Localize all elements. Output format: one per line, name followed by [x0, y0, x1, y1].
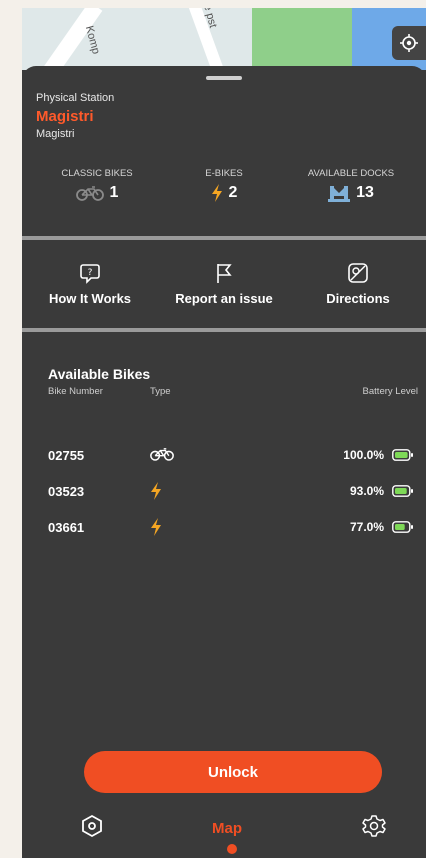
bottom-tab-bar: Map	[22, 806, 426, 858]
station-type: Physical Station	[36, 92, 115, 104]
locate-button[interactable]	[392, 26, 426, 60]
lightning-icon	[151, 518, 161, 536]
stat-label: E-BIKES	[205, 168, 243, 179]
flag-icon	[217, 264, 232, 283]
station-sheet: Physical Station Magistri Magistri CLASS…	[22, 66, 426, 858]
dock-icon	[328, 186, 351, 202]
column-header-battery: Battery Level	[362, 386, 418, 397]
lightning-icon	[211, 184, 222, 202]
bike-number: 03523	[48, 484, 85, 499]
station-actions: ? How It Works Report an issue Direction…	[22, 256, 426, 326]
battery-icon	[392, 448, 414, 466]
map-directions-icon	[348, 263, 368, 283]
battery-percentage: 77.0%	[349, 520, 384, 534]
map-street-label: Komp	[82, 24, 102, 56]
sheet-drag-handle[interactable]	[206, 76, 242, 80]
directions-button[interactable]: Directions	[298, 262, 418, 306]
map-park	[252, 8, 352, 70]
bicycle-icon	[75, 186, 104, 201]
directions-label: Directions	[326, 291, 390, 306]
crosshair-icon	[400, 34, 418, 52]
battery-percentage: 93.0%	[349, 484, 384, 498]
bike-row[interactable]: 03523 93.0%	[22, 480, 426, 504]
home-icon[interactable]	[80, 814, 104, 838]
how-it-works-label: How It Works	[48, 291, 132, 306]
lightning-icon	[151, 482, 161, 500]
how-it-works-button[interactable]: ? How It Works	[30, 262, 150, 306]
tab-map[interactable]: Map	[212, 820, 242, 837]
station-stats: CLASSIC BIKES 1 E-BIKES 2 AVAILABLE DOCK…	[22, 168, 426, 218]
bike-row[interactable]: 02755 100.0%	[22, 444, 426, 468]
question-bubble-icon: ?	[80, 264, 100, 284]
battery-percentage: 100.0%	[343, 448, 384, 462]
bike-number: 03661	[48, 520, 85, 535]
divider	[22, 236, 426, 240]
stat-label: CLASSIC BIKES	[61, 168, 133, 179]
available-bikes-title: Available Bikes	[48, 366, 151, 382]
stat-classic-bikes: CLASSIC BIKES 1	[32, 168, 162, 202]
bike-number: 02755	[48, 448, 85, 463]
phone-screen: Komp e pst Physical Station Magistri Mag…	[22, 8, 426, 858]
unlock-button[interactable]: Unlock	[84, 751, 382, 793]
stat-value: 2	[228, 184, 238, 201]
station-subtitle: Magistri	[36, 128, 75, 140]
bicycle-icon	[150, 448, 174, 461]
stat-value: 1	[109, 184, 119, 201]
battery-icon	[392, 520, 414, 538]
bike-row[interactable]: 03661 77.0%	[22, 516, 426, 540]
battery-icon	[392, 484, 414, 502]
stat-label: AVAILABLE DOCKS	[307, 168, 395, 179]
stat-ebikes: E-BIKES 2	[159, 168, 289, 202]
svg-text:?: ?	[88, 268, 93, 278]
stat-available-docks: AVAILABLE DOCKS 13	[286, 168, 416, 202]
column-header-bike-number: Bike Number	[48, 386, 103, 397]
gear-icon[interactable]	[362, 814, 386, 838]
report-issue-label: Report an issue	[175, 291, 273, 306]
report-issue-button[interactable]: Report an issue	[164, 262, 284, 306]
stat-value: 13	[356, 184, 374, 201]
column-header-type: Type	[150, 386, 171, 397]
active-tab-indicator	[227, 844, 237, 854]
divider	[22, 328, 426, 332]
map-view[interactable]: Komp e pst	[22, 8, 426, 70]
station-name: Magistri	[36, 108, 94, 125]
